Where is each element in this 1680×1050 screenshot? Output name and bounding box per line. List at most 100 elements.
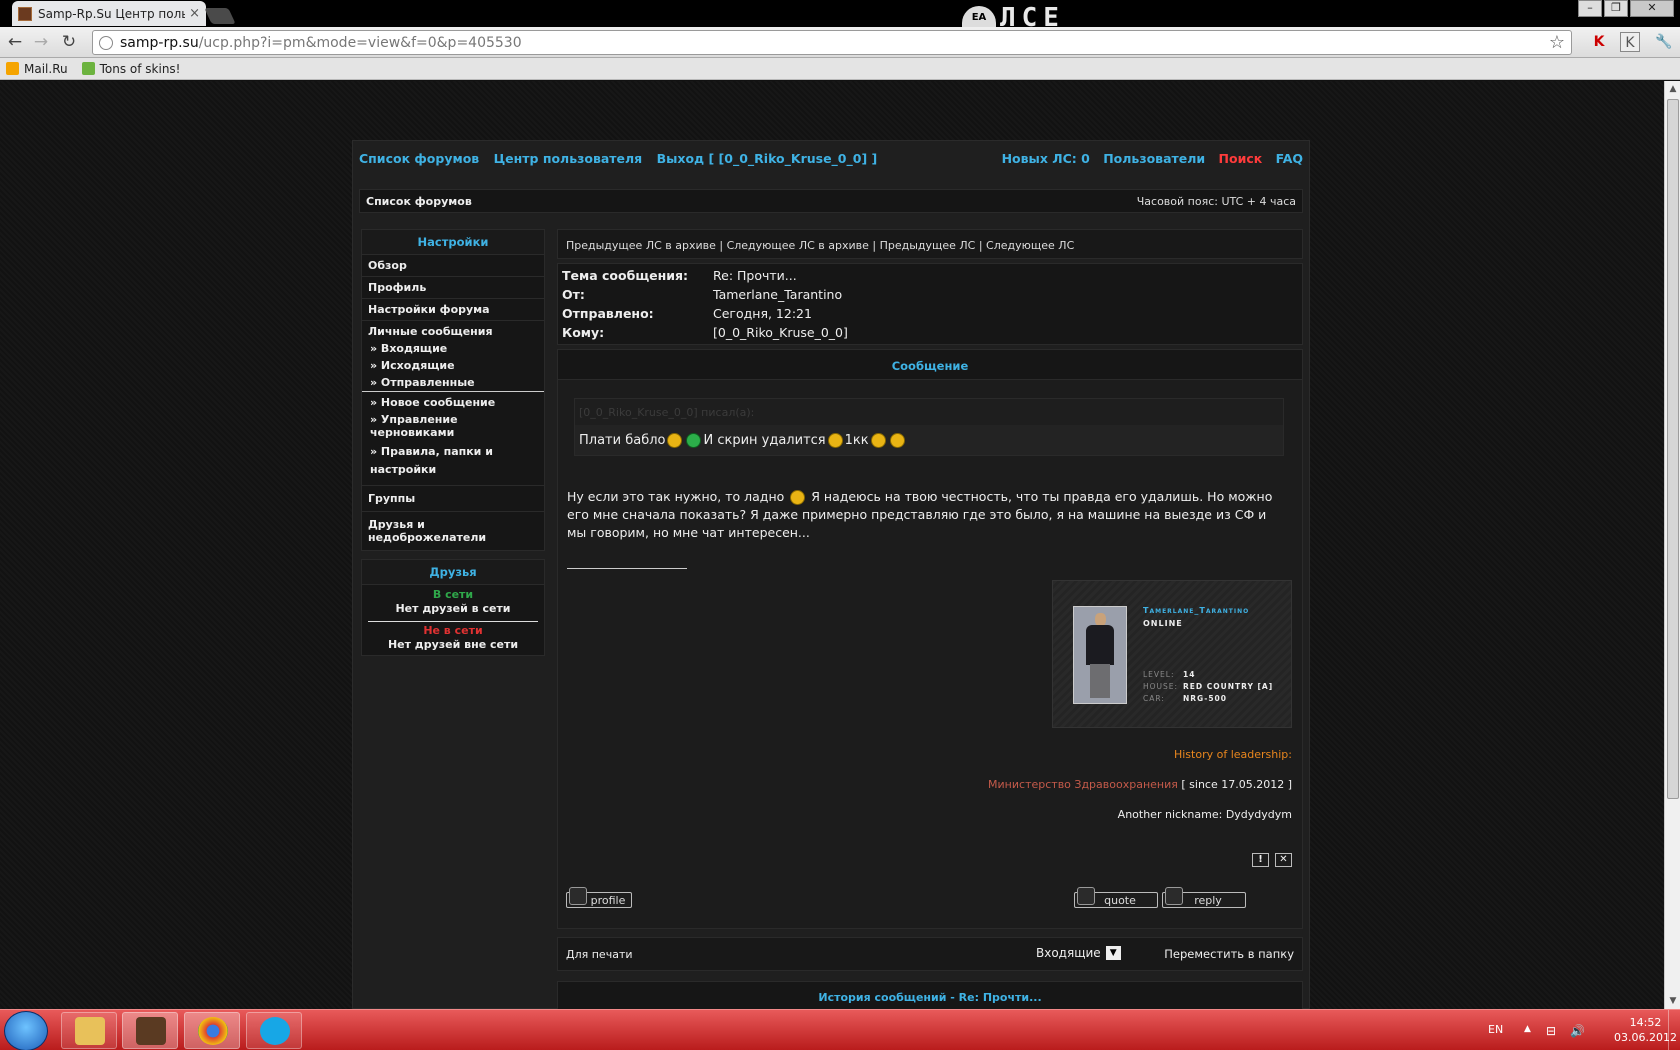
sidebar-item-inbox[interactable]: » Входящие — [362, 340, 544, 357]
back-button[interactable]: ← — [4, 31, 26, 53]
player-status: ONLINE — [1143, 619, 1183, 628]
chevron-down-icon[interactable]: ▼ — [1105, 946, 1121, 960]
nav-members[interactable]: Пользователи — [1103, 151, 1205, 166]
taskbar-skype[interactable] — [246, 1012, 302, 1049]
scroll-down-icon[interactable]: ▼ — [1665, 993, 1680, 1009]
quote-text-c: 1кк — [844, 433, 869, 448]
sidebar-item-pm[interactable]: Личные сообщения — [362, 320, 544, 340]
forward-button[interactable]: → — [30, 31, 52, 53]
level-label: LEVEL: — [1143, 670, 1175, 679]
player-info: LEVEL: 14 HOUSE: RED COUNTRY [A] CAR: NRG-5… — [1143, 669, 1273, 705]
message-history-title: История сообщений - Re: Прочти... — [557, 981, 1303, 1011]
sidebar-item-friends-foes[interactable]: Друзья и недоброжелатели — [362, 511, 544, 550]
sidebar-item-drafts[interactable]: » Управление черновиками — [362, 411, 544, 441]
friends-box: Друзья В сети Нет друзей в сети Не в сет… — [361, 559, 545, 656]
message-title: Сообщение — [558, 350, 1302, 380]
from-value[interactable]: Tamerlane_Tarantino — [713, 287, 842, 302]
nav-user-center[interactable]: Центр пользователя — [494, 151, 643, 166]
language-indicator[interactable]: EN — [1488, 1023, 1503, 1036]
chrome-icon — [198, 1017, 228, 1045]
subject-value: Re: Прочти... — [713, 268, 797, 283]
sidebar-item-profile[interactable]: Профиль — [362, 276, 544, 298]
network-icon[interactable]: ⊟ — [1546, 1024, 1556, 1038]
start-button[interactable] — [4, 1011, 48, 1050]
glasses-smile-icon — [790, 490, 806, 505]
new-tab-button[interactable] — [204, 8, 236, 24]
green-smile-icon — [686, 433, 702, 448]
delete-icon[interactable]: ✕ — [1275, 853, 1292, 867]
wrench-icon[interactable]: 🔧 — [1654, 32, 1674, 52]
report-icon[interactable]: ! — [1252, 853, 1269, 867]
site-favicon-icon — [18, 6, 32, 21]
nav-faq[interactable]: FAQ — [1276, 151, 1303, 166]
signature-divider — [567, 568, 687, 569]
reply-button[interactable]: reply — [1162, 887, 1246, 908]
page-scrollbar[interactable]: ▲ ▼ — [1664, 81, 1680, 1009]
minimize-button[interactable]: – — [1578, 0, 1602, 17]
bookmark-tons-of-skins[interactable]: Tons of skins! — [81, 62, 180, 76]
reload-button[interactable]: ↻ — [58, 31, 80, 53]
k-extension-icon[interactable]: K — [1620, 32, 1640, 52]
taskbar-gta-sa[interactable] — [122, 1012, 178, 1049]
ea-logo: EA — [962, 6, 996, 27]
pm-navigation[interactable]: Предыдущее ЛС в архиве | Следующее ЛС в … — [557, 229, 1303, 259]
tab-close-icon[interactable]: × — [189, 6, 200, 21]
speech-bubble-icon — [81, 62, 95, 75]
profile-button[interactable]: profile — [566, 887, 632, 908]
bookmark-label: Mail.Ru — [24, 61, 68, 76]
show-desktop-button[interactable] — [1668, 1010, 1680, 1050]
ministry-name: Министерство Здравоохранения — [988, 778, 1178, 791]
address-bar[interactable]: samp-rp.su /ucp.php?i=pm&mode=view&f=0&p… — [92, 30, 1572, 55]
post-icons: ! ✕ — [1252, 853, 1292, 867]
taskbar-explorer[interactable] — [61, 1012, 117, 1049]
sidebar-item-sent[interactable]: » Отправленные — [362, 374, 544, 392]
scroll-up-icon[interactable]: ▲ — [1665, 81, 1680, 97]
scrollbar-thumb[interactable] — [1667, 99, 1679, 799]
pm-actions-bar: Для печати Входящие ▼ Переместить в папк… — [557, 937, 1303, 971]
sidebar-item-board-prefs[interactable]: Настройки форума — [362, 298, 544, 320]
sidebar-item-overview[interactable]: Обзор — [362, 255, 544, 276]
nav-search[interactable]: Поиск — [1219, 151, 1263, 166]
smile-icon — [827, 433, 843, 448]
tray-expand-icon[interactable]: ▲ — [1524, 1024, 1531, 1034]
close-window-button[interactable]: ✕ — [1630, 0, 1674, 17]
level-value: 14 — [1183, 670, 1196, 679]
move-to-folder-button[interactable]: Переместить в папку — [1164, 947, 1294, 961]
nav-new-pm[interactable]: Новых ЛС: 0 — [1002, 151, 1090, 166]
print-link[interactable]: Для печати — [566, 948, 633, 961]
to-value[interactable]: [0_0_Riko_Kruse_0_0] — [713, 325, 848, 340]
taskbar-chrome[interactable] — [184, 1012, 240, 1049]
folder-select[interactable]: Входящие ▼ — [1036, 946, 1121, 960]
browser-tab[interactable]: Samp-Rp.Su Центр пользо × — [12, 1, 206, 26]
browser-titlebar: Samp-Rp.Su Центр пользо × EA ЛСЕ – ❐ ✕ — [0, 0, 1680, 33]
kaspersky-extension-icon[interactable]: K — [1589, 32, 1609, 52]
settings-title: Настройки — [362, 230, 544, 255]
sidebar-item-pm-rules[interactable]: » Правила, папки и настройки — [362, 441, 544, 485]
folder-icon — [75, 1017, 105, 1045]
no-friends-offline: Нет друзей вне сети — [387, 638, 519, 651]
sidebar-item-groups[interactable]: Группы — [362, 485, 544, 511]
player-name: Tamerlane_Tarantino — [1143, 606, 1250, 615]
system-tray: EN ▲ ⊟ 🔊 14:52 03.06.2012 — [1480, 1010, 1680, 1050]
to-label: Кому: — [562, 325, 605, 340]
sidebar-item-outbox[interactable]: » Исходящие — [362, 357, 544, 374]
message-body-a: Ну если это так нужно, то ладно — [567, 489, 785, 504]
url-host: samp-rp.su — [120, 34, 199, 51]
forum-container: Список форумов Центр пользователя Выход … — [352, 140, 1310, 1011]
quote-icon — [1077, 887, 1095, 905]
breadcrumb: Список форумов Часовой пояс: UTC + 4 час… — [359, 189, 1303, 213]
settings-box: Настройки Обзор Профиль Настройки форума… — [361, 229, 545, 551]
profile-button-label: profile — [590, 893, 626, 907]
maximize-button[interactable]: ❐ — [1604, 0, 1628, 17]
breadcrumb-forum-list[interactable]: Список форумов — [366, 195, 472, 208]
another-nickname: Another nickname: Dydydydym — [1117, 808, 1292, 821]
nav-logout[interactable]: Выход [ [0_0_Riko_Kruse_0_0] ] — [657, 151, 878, 166]
volume-icon[interactable]: 🔊 — [1570, 1024, 1585, 1038]
quote-button[interactable]: quote — [1074, 887, 1158, 908]
sidebar-item-compose[interactable]: » Новое сообщение — [362, 392, 544, 411]
bookmark-mailru[interactable]: Mail.Ru — [6, 62, 68, 76]
message-body: Ну если это так нужно, то ладно Я надеюс… — [567, 488, 1287, 542]
nav-forum-list[interactable]: Список форумов — [359, 151, 479, 166]
reply-button-label: reply — [1194, 893, 1222, 907]
bookmark-star-icon[interactable]: ☆ — [1549, 32, 1565, 53]
